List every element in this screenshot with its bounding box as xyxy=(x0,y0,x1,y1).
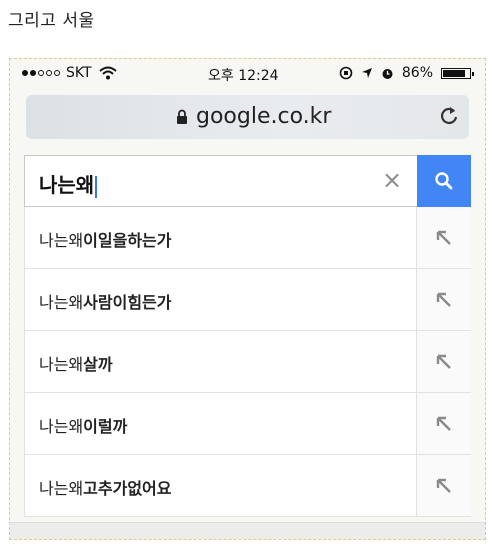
search-input[interactable]: 나는왜 × xyxy=(24,155,471,207)
search-icon xyxy=(435,172,453,190)
fill-arrow-icon[interactable] xyxy=(416,455,471,516)
status-right-group: 86% xyxy=(339,65,474,81)
suggestion-text: 나는왜이일을하는가 xyxy=(39,231,172,250)
caption-text: 그리고 서울 xyxy=(8,11,95,31)
signal-dots-icon xyxy=(22,70,60,76)
bottom-toolbar-edge xyxy=(10,522,485,539)
suggestion-item[interactable]: 나는왜사람이힘든가 xyxy=(24,269,471,331)
fill-arrow-icon[interactable] xyxy=(416,331,471,392)
url-display[interactable]: google.co.kr xyxy=(176,104,331,129)
fill-arrow-icon[interactable] xyxy=(416,207,471,268)
suggestion-item[interactable]: 나는왜고추가없어요 xyxy=(24,455,471,517)
carrier-group: SKT xyxy=(22,65,117,81)
suggestion-item[interactable]: 나는왜이럴까 xyxy=(24,393,471,455)
suggestion-item[interactable]: 나는왜살까 xyxy=(24,331,471,393)
fill-arrow-icon[interactable] xyxy=(416,393,471,454)
text-cursor xyxy=(95,175,98,198)
address-bar[interactable]: google.co.kr xyxy=(26,95,469,139)
wifi-icon xyxy=(98,66,117,80)
location-icon xyxy=(361,68,372,78)
alarm-icon xyxy=(382,68,393,79)
url-text: google.co.kr xyxy=(196,104,332,129)
suggestion-item[interactable]: 나는왜이일을하는가 xyxy=(24,207,471,269)
reload-icon[interactable] xyxy=(439,105,459,127)
search-query[interactable]: 나는왜 xyxy=(39,169,98,198)
battery-percent: 86% xyxy=(401,65,433,81)
suggestion-text: 나는왜고추가없어요 xyxy=(39,479,172,498)
suggestion-text: 나는왜이럴까 xyxy=(39,417,128,436)
status-time: 오후 12:24 xyxy=(208,68,279,84)
phone-screenshot: SKT 오후 12:24 86% google.co.kr 나는왜 × 나는왜이… xyxy=(9,58,486,540)
suggestion-text: 나는왜사람이힘든가 xyxy=(39,293,172,312)
fill-arrow-icon[interactable] xyxy=(416,269,471,330)
suggestion-list: 나는왜이일을하는가 나는왜사람이힘든가 나는왜살까 나는왜이럴까 나는왜고추가없… xyxy=(24,207,471,517)
lock-icon xyxy=(177,109,187,124)
status-bar: SKT 오후 12:24 86% xyxy=(10,59,485,87)
carrier-name: SKT xyxy=(66,65,92,81)
suggestion-text: 나는왜살까 xyxy=(39,355,113,374)
battery-icon xyxy=(441,67,474,79)
clear-icon[interactable]: × xyxy=(382,166,402,194)
search-button[interactable] xyxy=(417,155,471,207)
rotation-lock-icon xyxy=(339,66,353,80)
